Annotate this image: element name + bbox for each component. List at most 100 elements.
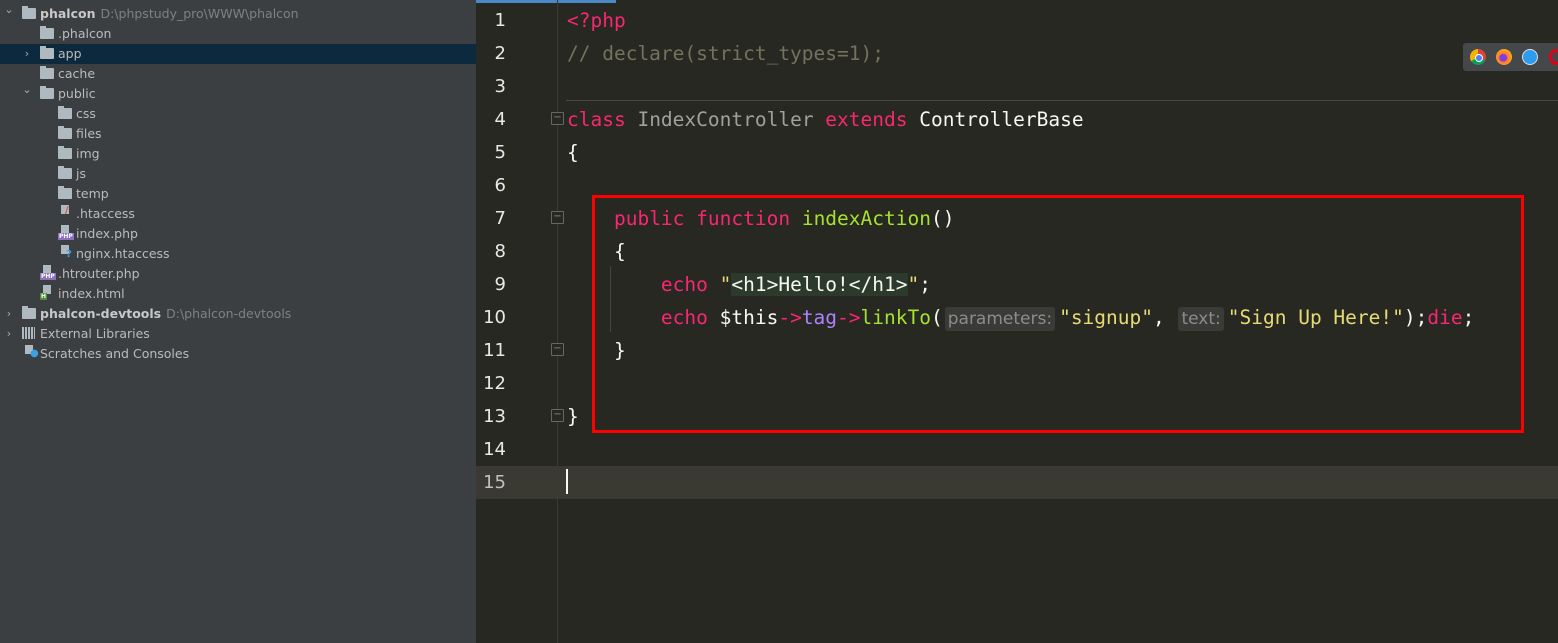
tree-item-label: cache: [58, 66, 96, 81]
unknown-file-icon: ?: [58, 245, 72, 260]
fold-toggle-icon[interactable]: −: [551, 211, 564, 224]
html-file-icon: H: [40, 285, 54, 300]
line-number[interactable]: 2: [476, 37, 506, 70]
project-path: D:\phpstudy_pro\WWW\phalcon: [100, 6, 299, 21]
tree-item-index-php[interactable]: PHP index.php: [0, 224, 476, 244]
folder-icon: [40, 26, 54, 39]
tree-item-app[interactable]: › app: [0, 44, 476, 64]
opera-icon[interactable]: [1549, 49, 1558, 65]
tree-item-label: public: [58, 86, 96, 101]
gutter-divider: [557, 0, 558, 643]
fold-end-icon[interactable]: −: [551, 409, 564, 422]
line-number[interactable]: 13: [476, 400, 506, 433]
tree-item-js[interactable]: js: [0, 164, 476, 184]
code-line[interactable]: 15: [476, 466, 1558, 499]
line-number[interactable]: 12: [476, 367, 506, 400]
code-text: }: [567, 400, 579, 433]
tree-item-index-html[interactable]: Hindex.html: [0, 284, 476, 304]
php-file-icon: PHP: [40, 265, 56, 280]
chrome-icon[interactable]: [1470, 49, 1486, 65]
firefox-icon[interactable]: [1496, 49, 1512, 65]
tree-item-label: temp: [76, 186, 109, 201]
line-number[interactable]: 8: [476, 235, 506, 268]
folder-icon: [58, 126, 72, 139]
line-number[interactable]: 11: [476, 334, 506, 367]
tree-item-htrouter-php[interactable]: PHP .htrouter.php: [0, 264, 476, 284]
code-token: class: [567, 108, 638, 131]
tree-item-label: img: [76, 146, 100, 161]
line-number[interactable]: 7: [476, 202, 506, 235]
code-token: ControllerBase: [919, 108, 1084, 131]
folder-icon: [22, 306, 36, 319]
code-text: {: [567, 136, 579, 169]
tree-item-css[interactable]: css: [0, 104, 476, 124]
tree-item-label: .phalcon: [58, 26, 112, 41]
fold-end-icon[interactable]: −: [551, 343, 564, 356]
tree-item-label: .htrouter.php: [58, 266, 140, 281]
tree-item-label: files: [76, 126, 102, 141]
code-token: {: [567, 141, 579, 164]
folder-icon: [58, 186, 72, 199]
tree-item-label: nginx.htaccess: [76, 246, 170, 261]
tree-item-label: .htaccess: [76, 206, 135, 221]
code-editor[interactable]: 1 <?php 2 // declare(strict_types=1); 3 4 clas…: [476, 0, 1558, 643]
line-number[interactable]: 14: [476, 433, 506, 466]
highlight-annotation-box: [592, 195, 1524, 433]
folder-icon: [22, 6, 36, 19]
chevron-down-icon[interactable]: ⌄: [22, 80, 32, 100]
chevron-right-icon[interactable]: ›: [4, 304, 14, 324]
code-token: extends: [825, 108, 920, 131]
tree-item-label: phalcon-devtools: [40, 306, 162, 321]
tree-item-nginx-htaccess[interactable]: ? nginx.htaccess: [0, 244, 476, 264]
line-number[interactable]: 15: [476, 466, 506, 499]
tree-item-label: Scratches and Consoles: [40, 346, 190, 361]
tree-item-phalcon[interactable]: .phalcon: [0, 24, 476, 44]
tree-item-htaccess[interactable]: / .htaccess: [0, 204, 476, 224]
folder-icon: [58, 146, 72, 159]
tree-item-external-libraries[interactable]: › External Libraries: [0, 324, 476, 344]
tree-item-phalcon-devtools[interactable]: › phalcon-devtools D:\phalcon-devtools: [0, 304, 476, 324]
code-text: // declare(strict_types=1);: [567, 37, 884, 70]
chevron-down-icon[interactable]: ⌄: [4, 0, 14, 20]
tree-item-label: phalcon: [40, 6, 96, 21]
apache-file-icon: /: [58, 205, 72, 219]
tree-item-img[interactable]: img: [0, 144, 476, 164]
chevron-right-icon[interactable]: ›: [22, 44, 32, 64]
tree-item-phalcon[interactable]: ⌄ phalcon D:\phpstudy_pro\WWW\phalcon: [0, 3, 476, 24]
safari-icon[interactable]: [1522, 49, 1538, 65]
code-line[interactable]: 3: [476, 70, 1558, 103]
code-text: class IndexController extends Controller…: [567, 103, 1084, 136]
tree-item-files[interactable]: files: [0, 124, 476, 144]
line-number[interactable]: 1: [476, 4, 506, 37]
line-number[interactable]: 5: [476, 136, 506, 169]
tree-item-label: External Libraries: [40, 326, 150, 341]
project-tool-window: ⌄ phalcon D:\phpstudy_pro\WWW\phalcon .phal…: [0, 0, 476, 643]
line-number[interactable]: 3: [476, 70, 506, 103]
active-tab-indicator: [476, 0, 616, 3]
code-line[interactable]: 1 <?php: [476, 4, 1558, 37]
line-number[interactable]: 4: [476, 103, 506, 136]
fold-toggle-icon[interactable]: −: [551, 112, 564, 125]
line-number[interactable]: 10: [476, 301, 506, 334]
tree-item-scratches-and-consoles[interactable]: ● Scratches and Consoles: [0, 344, 476, 364]
code-line[interactable]: 2 // declare(strict_types=1);: [476, 37, 1558, 70]
browser-preview-popup: [1463, 43, 1558, 71]
tree-item-temp[interactable]: temp: [0, 184, 476, 204]
code-token: }: [567, 405, 579, 428]
folder-icon: [40, 86, 54, 99]
tree-item-cache[interactable]: cache: [0, 64, 476, 84]
php-file-icon: PHP: [58, 225, 74, 240]
code-line[interactable]: 5{: [476, 136, 1558, 169]
folder-icon: [40, 46, 54, 59]
line-number[interactable]: 6: [476, 169, 506, 202]
code-line[interactable]: 4 class IndexController extends Controlle…: [476, 103, 1558, 136]
line-number[interactable]: 9: [476, 268, 506, 301]
tree-item-label: js: [76, 166, 86, 181]
chevron-right-icon[interactable]: ›: [4, 324, 14, 344]
tree-item-public[interactable]: ⌄ public: [0, 83, 476, 104]
code-line[interactable]: 14: [476, 433, 1558, 466]
tree-item-label: css: [76, 106, 96, 121]
libraries-icon: [22, 327, 36, 339]
text-caret: [566, 469, 568, 494]
scratches-icon: ●: [22, 345, 39, 359]
